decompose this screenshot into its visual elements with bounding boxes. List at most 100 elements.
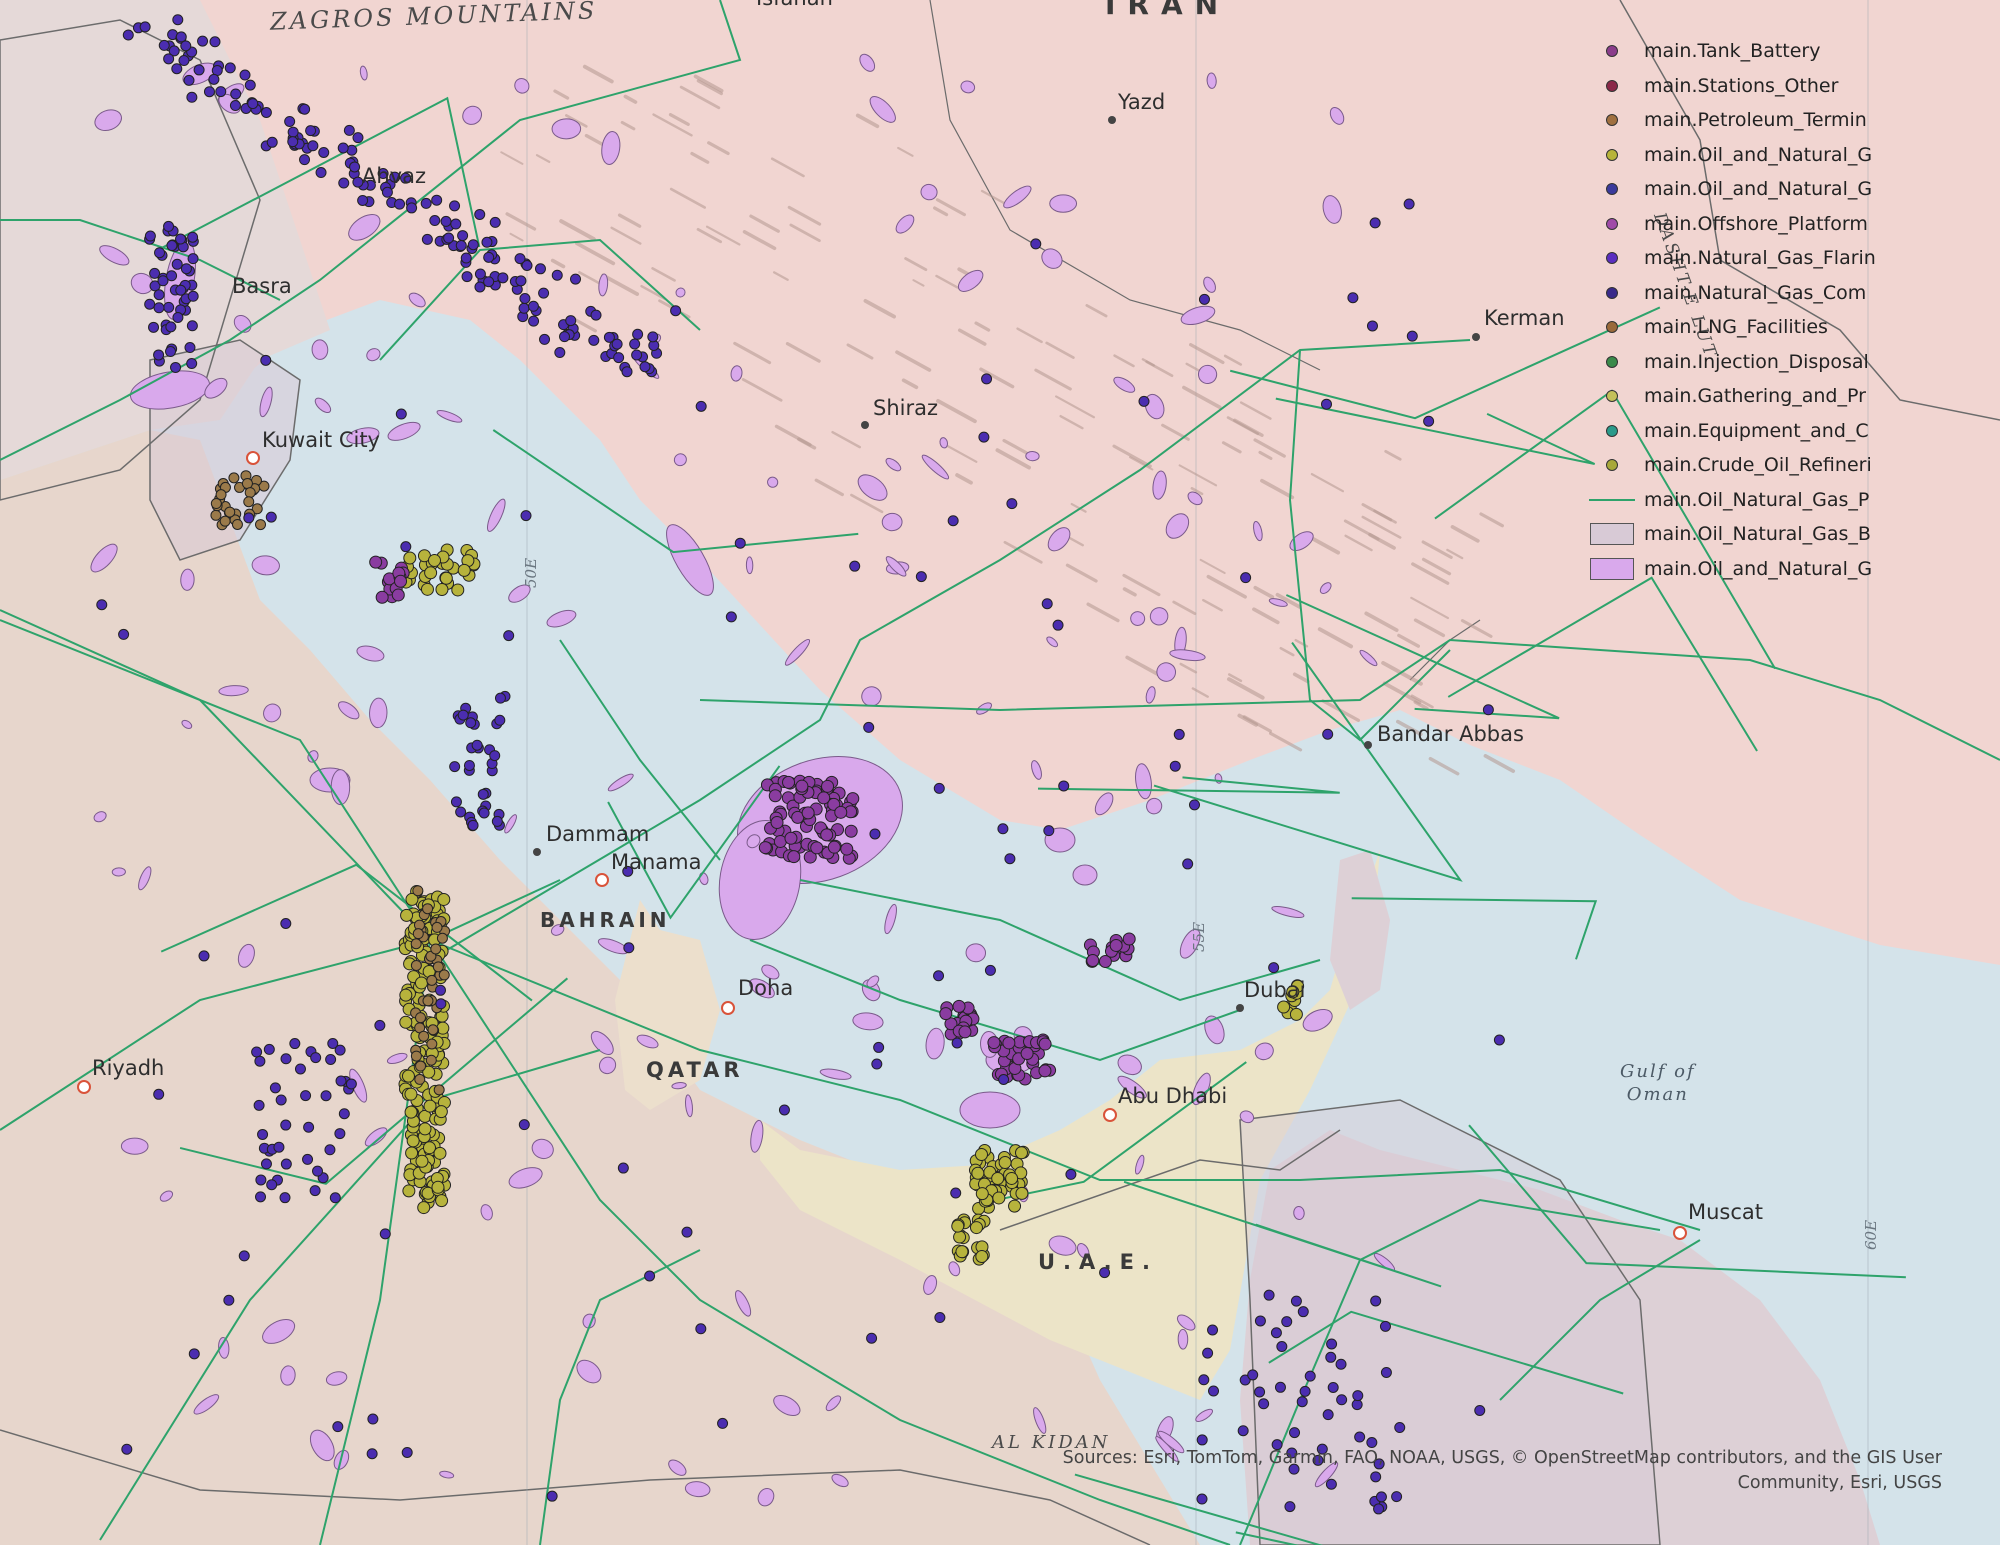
field-polygon bbox=[745, 556, 754, 575]
field-polygon bbox=[1049, 194, 1078, 213]
facility-point bbox=[844, 824, 858, 838]
facility-point bbox=[1335, 1358, 1347, 1370]
facility-point bbox=[369, 555, 383, 569]
legend-item[interactable]: main.Oil_Natural_Gas_P bbox=[1584, 483, 1984, 518]
legend-label: main.Equipment_and_C bbox=[1644, 419, 1869, 442]
field-polygon bbox=[1271, 905, 1305, 918]
label-gulf-of-oman: Gulf of Oman bbox=[1620, 1061, 1696, 1106]
legend-item[interactable]: main.Tank_Battery bbox=[1584, 34, 1984, 69]
facility-point bbox=[613, 352, 625, 364]
legend-item[interactable]: main.Petroleum_Termin bbox=[1584, 103, 1984, 138]
facility-point bbox=[186, 91, 198, 103]
facility-point bbox=[186, 320, 198, 332]
facility-point bbox=[947, 515, 959, 527]
facility-point bbox=[639, 361, 651, 373]
facility-point bbox=[1289, 1007, 1303, 1021]
facility-point bbox=[477, 788, 489, 800]
legend-item[interactable]: main.Oil_and_Natural_G bbox=[1584, 138, 1984, 173]
facility-point bbox=[1284, 1501, 1296, 1513]
facility-point bbox=[172, 14, 184, 26]
facility-point bbox=[163, 53, 175, 65]
facility-point bbox=[188, 1348, 200, 1360]
legend-item[interactable]: main.Offshore_Platform bbox=[1584, 207, 1984, 242]
facility-point bbox=[784, 831, 798, 845]
facility-point bbox=[681, 1226, 693, 1238]
facility-point bbox=[955, 1245, 969, 1259]
facility-point bbox=[422, 995, 434, 1007]
legend-item[interactable]: main.Crude_Oil_Refineri bbox=[1584, 448, 1984, 483]
city-marker-kuwait bbox=[246, 451, 260, 465]
legend-label: main.Offshore_Platform bbox=[1644, 212, 1868, 235]
facility-point bbox=[391, 588, 405, 602]
facility-point bbox=[334, 1128, 346, 1140]
facility-point bbox=[1379, 1320, 1391, 1332]
facility-point bbox=[588, 334, 600, 346]
label-muscat: Muscat bbox=[1688, 1200, 1764, 1224]
facility-point bbox=[934, 1312, 946, 1324]
facility-point bbox=[1240, 572, 1252, 584]
facility-point bbox=[265, 511, 277, 523]
facility-point bbox=[1263, 1289, 1275, 1301]
facility-point bbox=[154, 247, 166, 259]
facility-point bbox=[559, 331, 571, 343]
facility-point bbox=[981, 373, 993, 385]
facility-point bbox=[969, 1221, 983, 1235]
legend-item[interactable]: main.Equipment_and_C bbox=[1584, 414, 1984, 449]
field-polygon bbox=[120, 1137, 149, 1155]
facility-point bbox=[410, 1050, 422, 1062]
legend-item[interactable]: main.Natural_Gas_Flarin bbox=[1584, 241, 1984, 276]
label-basra: Basra bbox=[232, 274, 292, 298]
facility-point bbox=[974, 1147, 988, 1161]
facility-point bbox=[412, 885, 424, 897]
facility-point bbox=[1020, 1047, 1034, 1061]
facility-point bbox=[414, 1073, 426, 1085]
legend-symbol-icon bbox=[1584, 209, 1640, 239]
facility-point bbox=[647, 331, 659, 343]
facility-point bbox=[1423, 415, 1435, 427]
facility-point bbox=[787, 850, 801, 864]
facility-point bbox=[1041, 598, 1053, 610]
facility-point bbox=[289, 1038, 301, 1050]
facility-point bbox=[998, 1156, 1012, 1170]
facility-point bbox=[987, 1036, 1001, 1050]
facility-point bbox=[519, 293, 531, 305]
facility-point bbox=[338, 177, 350, 189]
field-polygon bbox=[1206, 72, 1217, 89]
label-riyadh: Riyadh bbox=[92, 1056, 165, 1080]
facility-point bbox=[1052, 619, 1064, 631]
field-polygon bbox=[1072, 864, 1098, 886]
facility-point bbox=[433, 1084, 445, 1096]
facility-point bbox=[187, 253, 199, 265]
field-polygon bbox=[111, 867, 126, 877]
facility-point bbox=[1322, 728, 1334, 740]
map-canvas[interactable]: ZAGROS MOUNTAINS Isfahan IRAN Yazd Ahvaz… bbox=[0, 0, 2000, 1545]
legend-item[interactable]: main.Stations_Other bbox=[1584, 69, 1984, 104]
facility-point bbox=[305, 125, 317, 137]
legend-label: main.Injection_Disposal bbox=[1644, 350, 1869, 373]
facility-point bbox=[148, 321, 160, 333]
facility-point bbox=[435, 998, 447, 1010]
facility-point bbox=[1394, 1422, 1406, 1434]
field-polygon bbox=[311, 339, 329, 360]
facility-point bbox=[1370, 1295, 1382, 1307]
legend-item[interactable]: main.Natural_Gas_Com bbox=[1584, 276, 1984, 311]
legend-item[interactable]: main.Injection_Disposal bbox=[1584, 345, 1984, 380]
field-polygon bbox=[925, 1027, 945, 1060]
facility-point bbox=[991, 1171, 1005, 1185]
facility-point bbox=[1290, 1295, 1302, 1307]
facility-point bbox=[933, 970, 945, 982]
legend-label: main.Oil_and_Natural_G bbox=[1644, 178, 1873, 201]
city-marker-shiraz bbox=[861, 421, 869, 429]
facility-point bbox=[437, 892, 451, 906]
legend-item[interactable]: main.LNG_Facilities bbox=[1584, 310, 1984, 345]
facility-point bbox=[374, 1019, 386, 1031]
legend-item[interactable]: main.Oil_and_Natural_G bbox=[1584, 552, 1984, 587]
terrain-ridge bbox=[1428, 756, 1460, 776]
legend-item[interactable]: main.Gathering_and_Pr bbox=[1584, 379, 1984, 414]
facility-point bbox=[229, 100, 241, 112]
facility-point bbox=[324, 1144, 336, 1156]
legend-item[interactable]: main.Oil_and_Natural_G bbox=[1584, 172, 1984, 207]
facility-point bbox=[451, 583, 465, 597]
legend-item[interactable]: main.Oil_Natural_Gas_B bbox=[1584, 517, 1984, 552]
label-kuwait: Kuwait City bbox=[262, 428, 380, 452]
